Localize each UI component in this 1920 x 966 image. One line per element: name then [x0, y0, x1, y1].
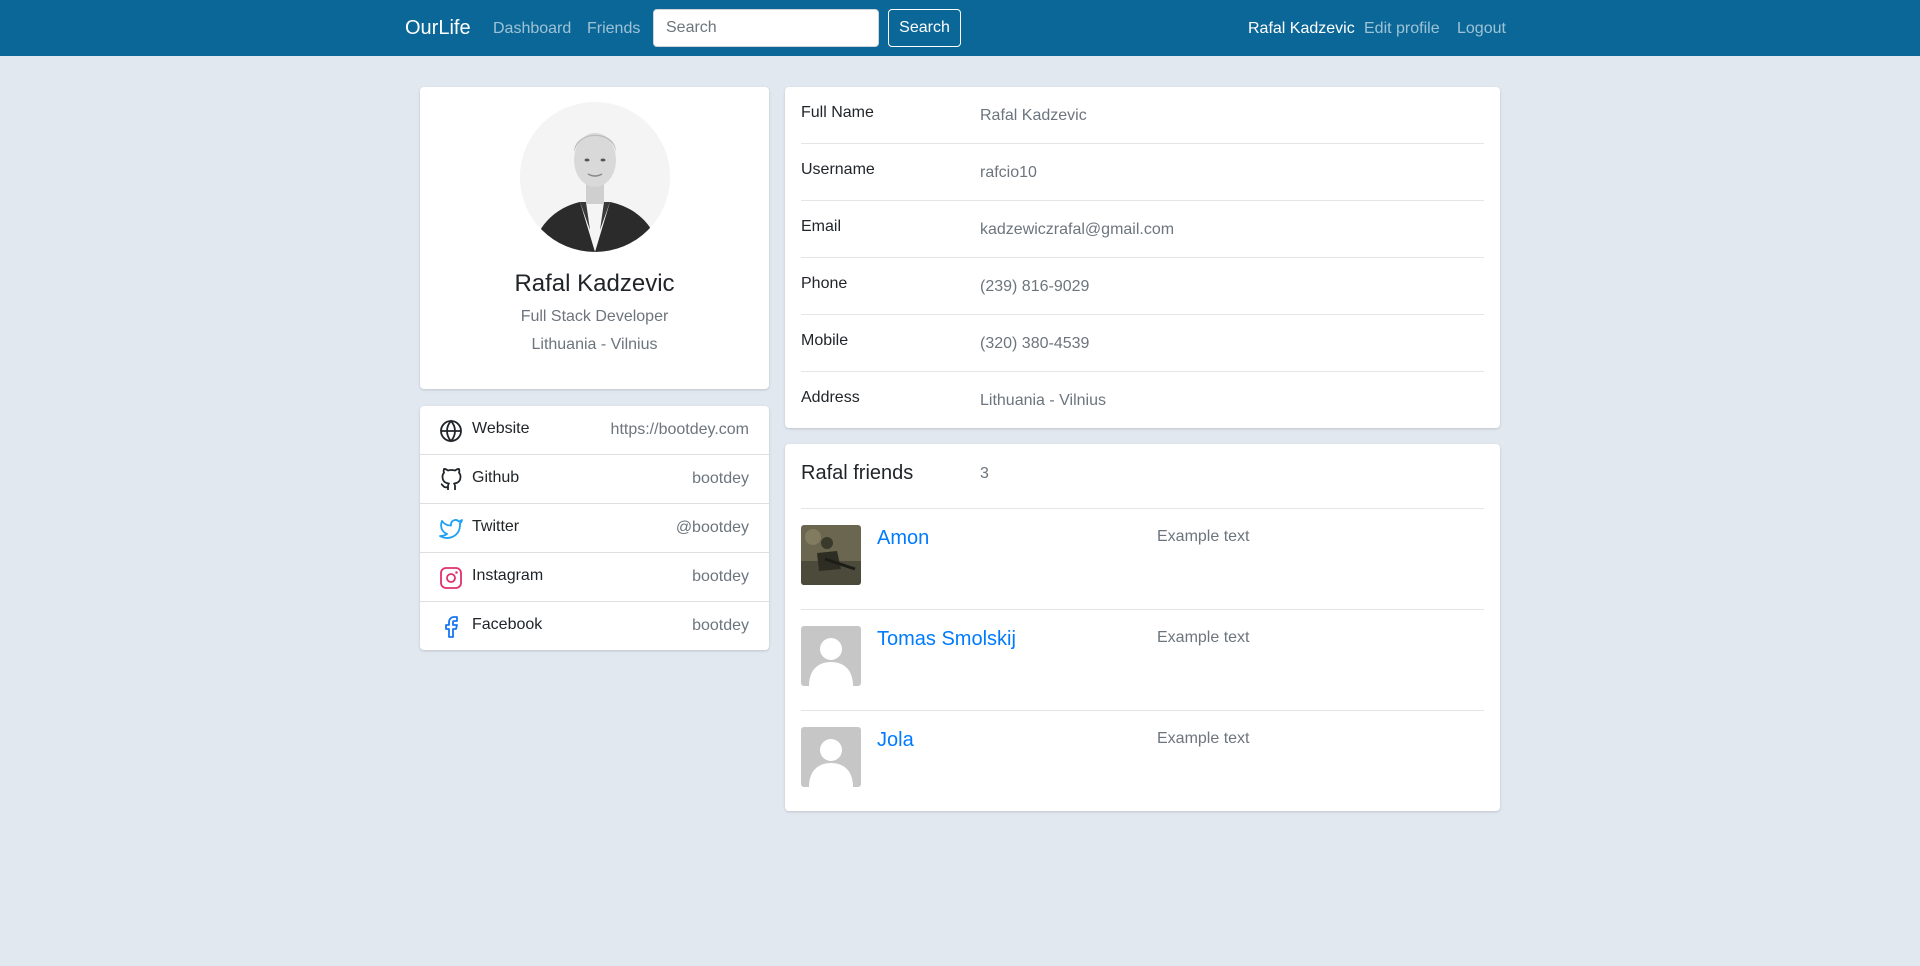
- divider: [801, 609, 1484, 610]
- info-row-full-name: Full Name Rafal Kadzevic: [801, 87, 1484, 144]
- link-value[interactable]: https://bootdey.com: [611, 421, 749, 439]
- info-label: Mobile: [801, 332, 849, 349]
- link-label: Twitter: [472, 518, 520, 535]
- link-row-twitter[interactable]: Twitter @bootdey: [420, 504, 769, 553]
- friends-card: Rafal friends 3 Amon Example text Tomas …: [785, 444, 1500, 811]
- divider: [801, 508, 1484, 509]
- friend-text: Example text: [1157, 629, 1250, 646]
- nav-link-friends[interactable]: Friends: [587, 20, 640, 38]
- link-label: Website: [472, 420, 530, 437]
- friend-text: Example text: [1157, 528, 1250, 545]
- link-value[interactable]: bootdey: [692, 617, 749, 635]
- info-label: Full Name: [801, 104, 874, 121]
- info-row-username: Username rafcio10: [801, 144, 1484, 201]
- link-row-github[interactable]: Github bootdey: [420, 455, 769, 504]
- link-row-website[interactable]: Website https://bootdey.com: [420, 406, 769, 455]
- info-row-phone: Phone (239) 816-9029: [801, 258, 1484, 315]
- info-row-email: Email kadzewiczrafal@gmail.com: [801, 201, 1484, 258]
- info-value: Rafal Kadzevic: [980, 107, 1087, 124]
- link-row-instagram[interactable]: Instagram bootdey: [420, 553, 769, 602]
- profile-avatar: [520, 102, 670, 252]
- friend-text: Example text: [1157, 730, 1250, 747]
- nav-link-user-profile[interactable]: Rafal Kadzevic: [1248, 20, 1355, 38]
- friend-avatar[interactable]: [801, 626, 861, 686]
- github-icon: [439, 468, 463, 492]
- info-label: Username: [801, 161, 875, 178]
- twitter-icon: [439, 517, 463, 541]
- profile-job-title: Full Stack Developer: [520, 308, 669, 325]
- info-value: (320) 380-4539: [980, 335, 1090, 352]
- search-button[interactable]: Search: [888, 9, 961, 47]
- link-label: Instagram: [472, 567, 544, 584]
- friend-name-link[interactable]: Jola: [877, 729, 914, 752]
- info-value: rafcio10: [980, 164, 1037, 181]
- link-row-facebook[interactable]: Facebook bootdey: [420, 602, 769, 651]
- profile-name: Rafal Kadzevic: [514, 270, 675, 297]
- profile-info-card: Full Name Rafal Kadzevic Username rafcio…: [785, 87, 1500, 428]
- info-value: kadzewiczrafal@gmail.com: [980, 221, 1175, 238]
- top-navbar: OurLife Dashboard Friends Search Rafal K…: [0, 0, 1920, 56]
- social-links-card: Website https://bootdey.com Github bootd…: [420, 406, 769, 650]
- friends-title: Rafal friends: [801, 462, 914, 484]
- link-label: Github: [472, 469, 520, 486]
- brand-logo[interactable]: OurLife: [405, 17, 471, 40]
- link-value[interactable]: bootdey: [692, 568, 749, 586]
- info-row-address: Address Lithuania - Vilnius: [801, 372, 1484, 429]
- link-label: Facebook: [472, 616, 543, 633]
- info-value: (239) 816-9029: [980, 278, 1090, 295]
- nav-link-dashboard[interactable]: Dashboard: [493, 20, 571, 38]
- link-value[interactable]: @bootdey: [676, 519, 749, 537]
- info-label: Phone: [801, 275, 848, 292]
- instagram-icon: [439, 566, 463, 590]
- info-label: Address: [801, 389, 860, 406]
- friend-name-link[interactable]: Amon: [877, 527, 929, 550]
- facebook-icon: [439, 615, 463, 639]
- profile-location: Lithuania - Vilnius: [531, 336, 658, 353]
- globe-icon: [439, 419, 463, 443]
- search-input[interactable]: [653, 9, 879, 47]
- info-value: Lithuania - Vilnius: [980, 392, 1107, 409]
- profile-card: Rafal Kadzevic Full Stack Developer Lith…: [420, 87, 769, 389]
- friends-count: 3: [980, 465, 989, 482]
- friend-avatar[interactable]: [801, 727, 861, 787]
- divider: [801, 710, 1484, 711]
- link-value[interactable]: bootdey: [692, 470, 749, 488]
- nav-link-logout[interactable]: Logout: [1457, 20, 1506, 38]
- friend-name-link[interactable]: Tomas Smolskij: [877, 628, 1016, 651]
- info-label: Email: [801, 218, 842, 235]
- nav-link-edit-profile[interactable]: Edit profile: [1364, 20, 1440, 38]
- info-row-mobile: Mobile (320) 380-4539: [801, 315, 1484, 372]
- friend-avatar[interactable]: [801, 525, 861, 585]
